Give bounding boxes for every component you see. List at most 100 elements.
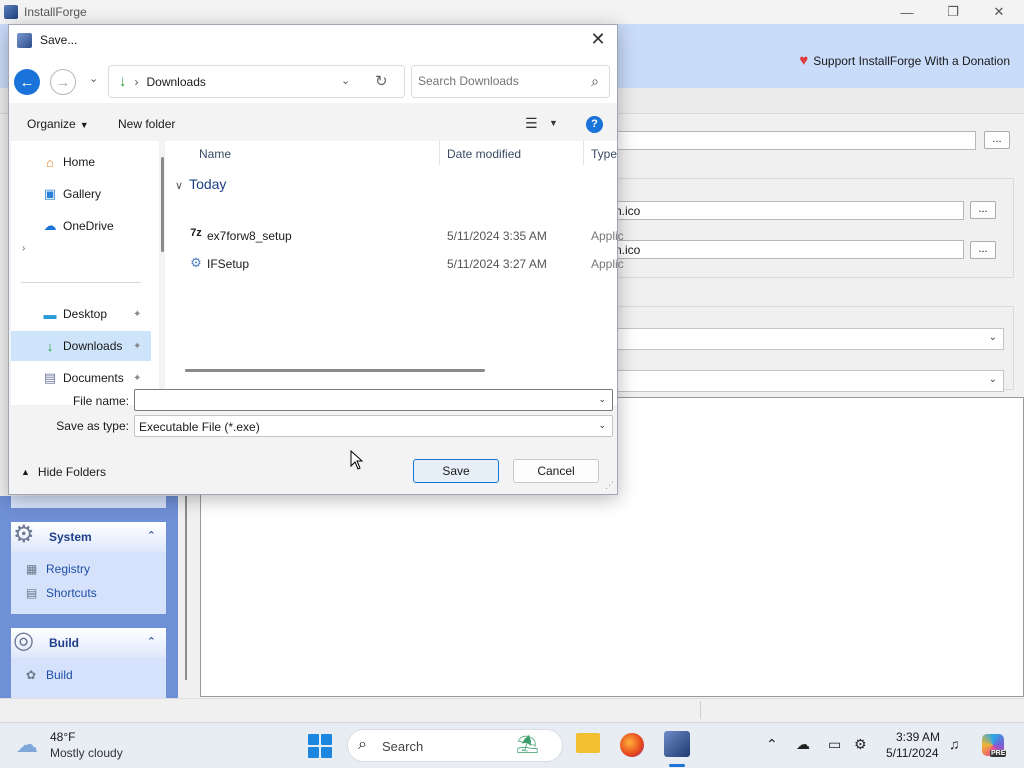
chevron-up-icon[interactable]: ⌃ xyxy=(766,736,778,753)
search-input[interactable] xyxy=(418,74,578,88)
chevron-down-icon[interactable]: ⌄ xyxy=(598,394,606,405)
donation-link[interactable]: ♥ Support InstallForge With a Donation xyxy=(799,52,1010,69)
file-name: ex7forw8_setup xyxy=(207,229,292,243)
resize-grip-icon[interactable]: ⋰ xyxy=(605,480,614,491)
app-minimize-button[interactable]: — xyxy=(884,0,930,24)
sidebar-panel-top xyxy=(11,496,166,508)
view-options-icon[interactable]: ☰ xyxy=(525,115,538,132)
icon-field-2[interactable]: n.ico xyxy=(610,240,964,259)
file-row[interactable]: ⚙ IFSetup 5/11/2024 3:27 AM Applic xyxy=(185,251,624,277)
file-explorer-icon[interactable] xyxy=(576,733,600,753)
app-maximize-button[interactable]: ❐ xyxy=(930,0,976,24)
sidebar-header-label: System xyxy=(49,530,92,544)
clock-time[interactable]: 3:39 AM xyxy=(896,730,940,744)
taskbar-search[interactable]: ⌕ Search ⛱ xyxy=(347,729,563,762)
app-titlebar: InstallForge — ❐ ✕ xyxy=(0,0,1024,24)
file-type: Applic xyxy=(591,229,624,243)
option-combo-1[interactable]: ⌄ xyxy=(610,328,1004,350)
mouse-cursor-icon xyxy=(350,450,364,470)
nav-item-downloads[interactable]: ↓ Downloads ✦ xyxy=(11,331,151,361)
onedrive-offline-icon[interactable]: ☁ xyxy=(796,736,810,753)
hide-folders-label: Hide Folders xyxy=(37,465,106,479)
search-highlight-icon: ⛱ xyxy=(516,734,539,754)
organize-button[interactable]: Organize ▼ xyxy=(27,117,89,131)
app-close-button[interactable]: ✕ xyxy=(976,0,1022,24)
sidebar-header-label: Build xyxy=(49,636,79,650)
cloudy-weather-icon[interactable]: ☁ xyxy=(16,732,38,758)
weather-condition[interactable]: Mostly cloudy xyxy=(50,746,123,760)
sidebar-header-system[interactable]: ⚙ System ⌃ xyxy=(11,521,166,552)
new-folder-button[interactable]: New folder xyxy=(118,117,175,131)
column-header-name[interactable]: Name xyxy=(199,147,231,161)
weather-temperature[interactable]: 48°F xyxy=(50,730,75,744)
file-type: Applic xyxy=(591,257,624,271)
help-icon[interactable]: ? xyxy=(586,116,603,133)
breadcrumb-downloads[interactable]: Downloads xyxy=(147,75,206,89)
sidebar-item-build[interactable]: ✿ Build xyxy=(26,668,73,682)
column-separator[interactable] xyxy=(583,141,584,165)
desktop-icon: ▬ xyxy=(43,306,57,322)
sidebar-splitter[interactable] xyxy=(185,496,187,680)
forward-arrow-icon[interactable]: → xyxy=(50,69,76,95)
dialog-titlebar: Save... ✕ xyxy=(9,25,617,55)
chevron-down-icon: ⌄ xyxy=(598,420,606,430)
browse-button-1[interactable]: ... xyxy=(984,131,1010,149)
start-button[interactable] xyxy=(308,734,332,758)
gears-icon: ⚙ xyxy=(13,521,35,548)
navigation-pane-scrollbar[interactable] xyxy=(161,157,164,252)
recent-locations-chevron-icon[interactable]: ⌄ xyxy=(89,72,98,85)
search-box[interactable]: ⌕ xyxy=(411,65,610,98)
cancel-button[interactable]: Cancel xyxy=(513,459,599,483)
chevron-down-icon[interactable]: ⌄ xyxy=(341,74,350,87)
collapse-icon[interactable]: ⌃ xyxy=(147,635,156,648)
save-as-type-select[interactable]: Executable File (*.exe) ⌄ xyxy=(134,415,613,437)
7zip-sfx-icon: 7z xyxy=(190,227,202,239)
firefox-icon[interactable] xyxy=(620,733,644,757)
search-icon[interactable]: ⌕ xyxy=(591,73,599,90)
onedrive-icon: ☁ xyxy=(43,218,57,233)
file-row[interactable]: 7z ex7forw8_setup 5/11/2024 3:35 AM Appl… xyxy=(185,223,624,249)
collapse-icon[interactable]: ⌃ xyxy=(147,529,156,542)
refresh-icon[interactable]: ↻ xyxy=(375,72,388,90)
windows-logo-tile xyxy=(321,747,332,758)
file-name: IFSetup xyxy=(207,257,250,271)
chevron-down-icon[interactable]: ▼ xyxy=(549,118,558,128)
display-icon[interactable]: ▭ xyxy=(828,736,841,753)
installforge-taskbar-icon[interactable] xyxy=(664,731,690,757)
network-icon[interactable]: ⚙ xyxy=(854,736,867,753)
nav-item-onedrive[interactable]: ☁ OneDrive xyxy=(11,211,151,241)
column-header-date-modified[interactable]: Date modified xyxy=(447,147,521,161)
nav-item-gallery[interactable]: ▣ Gallery xyxy=(11,179,151,209)
output-path-field[interactable] xyxy=(600,131,976,150)
save-button[interactable]: Save xyxy=(413,459,499,483)
home-icon: ⌂ xyxy=(46,154,54,170)
chevron-down-icon: ⌄ xyxy=(988,332,997,343)
sidebar-item-shortcuts[interactable]: ▤ Shortcuts xyxy=(26,586,97,600)
column-header-type[interactable]: Type xyxy=(591,147,617,161)
group-header-today[interactable]: ∨ Today xyxy=(175,176,226,192)
file-name-combo[interactable]: ⌄ xyxy=(134,389,613,411)
hide-folders-button[interactable]: ▲ Hide Folders xyxy=(21,465,106,479)
file-list-scrollbar[interactable] xyxy=(185,369,485,372)
sidebar-item-label: Shortcuts xyxy=(46,586,97,600)
sidebar-header-build[interactable]: ◎ Build ⌃ xyxy=(11,627,166,658)
sidebar-item-registry[interactable]: ▦ Registry xyxy=(26,562,90,576)
nav-item-documents[interactable]: ▤ Documents ✦ xyxy=(11,363,151,393)
chevron-right-icon[interactable]: › xyxy=(22,243,25,254)
group-label: Today xyxy=(189,176,227,192)
clock-date[interactable]: 5/11/2024 xyxy=(886,746,939,760)
notification-bell-icon[interactable]: ♫ xyxy=(949,736,960,752)
back-arrow-icon[interactable]: ← xyxy=(14,69,40,95)
nav-item-home[interactable]: ⌂ Home xyxy=(11,147,151,177)
browse-button-3[interactable]: ... xyxy=(970,241,996,259)
file-name-input[interactable] xyxy=(139,393,579,407)
address-bar[interactable]: ↓ › Downloads ⌄ ↻ xyxy=(108,65,405,98)
search-icon: ⌕ xyxy=(358,736,367,753)
nav-item-desktop[interactable]: ▬ Desktop ✦ xyxy=(11,299,151,329)
browse-button-2[interactable]: ... xyxy=(970,201,996,219)
icon-field-1[interactable]: n.ico xyxy=(610,201,964,220)
dialog-close-button[interactable]: ✕ xyxy=(587,29,609,51)
navigation-pane: ⌂ Home ▣ Gallery › ☁ OneDrive ▬ Desktop … xyxy=(11,141,159,405)
option-combo-2[interactable]: ⌄ xyxy=(610,370,1004,392)
column-separator[interactable] xyxy=(439,141,440,165)
